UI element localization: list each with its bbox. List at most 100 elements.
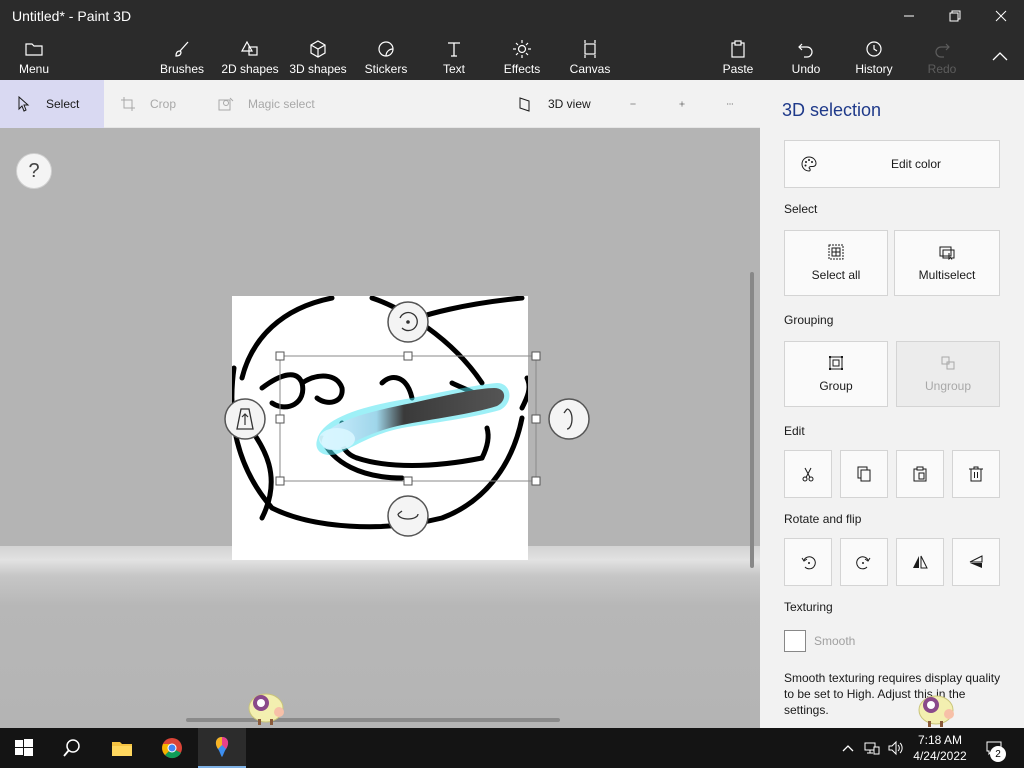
delete-button[interactable] <box>952 450 1000 498</box>
redo-button[interactable]: Redo <box>918 32 966 80</box>
cube-icon <box>310 40 326 58</box>
history-label: History <box>855 62 893 76</box>
depth-handle[interactable] <box>224 398 266 440</box>
minus-icon <box>630 103 636 105</box>
grouping-section-label: Grouping <box>784 313 834 327</box>
text-button[interactable]: Text <box>430 32 478 80</box>
2d-shapes-label: 2D shapes <box>221 62 279 76</box>
canvas-workspace[interactable]: ? <box>0 128 760 728</box>
text-label: Text <box>442 62 465 76</box>
paste-button[interactable]: Paste <box>714 32 762 80</box>
ungroup-button[interactable]: Ungroup <box>896 341 1000 407</box>
minimize-icon <box>904 15 914 17</box>
more-options-button[interactable] <box>727 80 747 128</box>
3d-view-toggle[interactable]: 3D view <box>518 80 591 128</box>
rotate-y-handle[interactable] <box>548 398 590 440</box>
rotate-z-handle[interactable] <box>387 301 429 343</box>
trash-icon <box>969 466 983 482</box>
rotate-right-button[interactable] <box>840 538 888 586</box>
minimize-button[interactable] <box>886 0 932 32</box>
clipboard-icon <box>731 40 745 58</box>
stickers-button[interactable]: Stickers <box>360 32 412 80</box>
desktop-pet-sheep-2[interactable] <box>914 688 956 728</box>
notification-count-badge: 2 <box>990 746 1006 762</box>
magic-select-button[interactable]: Magic select <box>218 80 315 128</box>
edit-color-button[interactable]: Edit color <box>784 140 1000 188</box>
cut-button[interactable] <box>784 450 832 498</box>
edit-section-label: Edit <box>784 424 805 438</box>
desktop-pet-sheep[interactable] <box>244 686 286 726</box>
copy-button[interactable] <box>840 450 888 498</box>
brushes-button[interactable]: Brushes <box>156 32 208 80</box>
zoom-out-button[interactable] <box>630 80 650 128</box>
horizontal-scrollbar[interactable] <box>186 718 560 722</box>
rotate-x-handle[interactable] <box>387 495 429 537</box>
smooth-checkbox[interactable] <box>784 630 806 652</box>
close-button[interactable] <box>978 0 1024 32</box>
3d-shapes-button[interactable]: 3D shapes <box>288 32 348 80</box>
drawing-layer[interactable] <box>222 288 602 548</box>
copy-icon <box>857 466 871 482</box>
palette-icon <box>801 156 817 172</box>
paste-icon <box>913 466 927 482</box>
select-all-label: Select all <box>811 268 861 282</box>
menu-button[interactable]: Menu <box>10 32 58 80</box>
flip-vertical-icon <box>969 555 983 568</box>
crop-button[interactable]: Crop <box>120 80 176 128</box>
sticker-icon <box>378 41 394 57</box>
close-icon <box>995 10 1007 22</box>
magic-select-label: Magic select <box>248 97 315 111</box>
restore-button[interactable] <box>932 0 978 32</box>
undo-icon <box>798 43 813 58</box>
scissors-icon <box>802 467 814 482</box>
search-icon <box>63 739 80 757</box>
3d-shapes-label: 3D shapes <box>289 62 347 76</box>
effects-button[interactable]: Effects <box>498 32 546 80</box>
multiselect-icon <box>939 246 955 260</box>
flip-vertical-button[interactable] <box>952 538 1000 586</box>
multiselect-button[interactable]: Multiselect <box>894 230 1000 296</box>
history-button[interactable]: History <box>850 32 898 80</box>
smooth-label: Smooth <box>814 634 856 648</box>
vertical-scrollbar[interactable] <box>750 272 754 568</box>
select-tool-label: Select <box>46 97 80 111</box>
group-button[interactable]: Group <box>784 341 888 407</box>
chrome-button[interactable] <box>148 728 196 768</box>
select-all-button[interactable]: Select all <box>784 230 888 296</box>
undo-button[interactable]: Undo <box>782 32 830 80</box>
canvas-button[interactable]: Canvas <box>566 32 614 80</box>
volume-button[interactable] <box>886 738 906 758</box>
undo-label: Undo <box>791 62 821 76</box>
select-tool-button[interactable]: Select <box>16 80 79 128</box>
network-button[interactable] <box>862 738 882 758</box>
rotate-left-icon <box>801 556 816 570</box>
plus-icon <box>679 101 685 107</box>
canvas-label: Canvas <box>569 62 611 76</box>
menu-label: Menu <box>18 62 50 76</box>
group-icon <box>829 356 843 370</box>
file-explorer-button[interactable] <box>98 728 146 768</box>
paint-3d-taskbar-button[interactable] <box>198 728 246 768</box>
window-title: Untitled* - Paint 3D <box>12 8 132 24</box>
main-toolbar: Menu Brushes 2D shapes 3D shapes Sticker… <box>0 32 1024 80</box>
smooth-texturing-note: Smooth texturing requires display qualit… <box>784 671 1001 717</box>
rotate-left-button[interactable] <box>784 538 832 586</box>
paste-panel-button[interactable] <box>896 450 944 498</box>
2d-shapes-button[interactable]: 2D shapes <box>220 32 280 80</box>
help-button[interactable]: ? <box>16 153 52 189</box>
show-hidden-icons-button[interactable] <box>838 738 858 758</box>
2d-shapes-icon <box>240 40 258 56</box>
title-bar: Untitled* - Paint 3D <box>0 0 1024 32</box>
ellipsis-icon <box>727 103 733 105</box>
multiselect-label: Multiselect <box>918 268 976 282</box>
panel-title: 3D selection <box>782 100 882 120</box>
history-icon <box>866 41 882 57</box>
taskbar-clock[interactable]: 7:18 AM 4/24/2022 <box>912 732 968 764</box>
start-button[interactable] <box>0 728 48 768</box>
chevron-up-icon <box>842 745 854 752</box>
collapse-panel-button[interactable] <box>982 32 1018 80</box>
zoom-in-button[interactable] <box>679 80 699 128</box>
flip-horizontal-button[interactable] <box>896 538 944 586</box>
network-icon <box>864 742 880 755</box>
search-button[interactable] <box>48 728 96 768</box>
